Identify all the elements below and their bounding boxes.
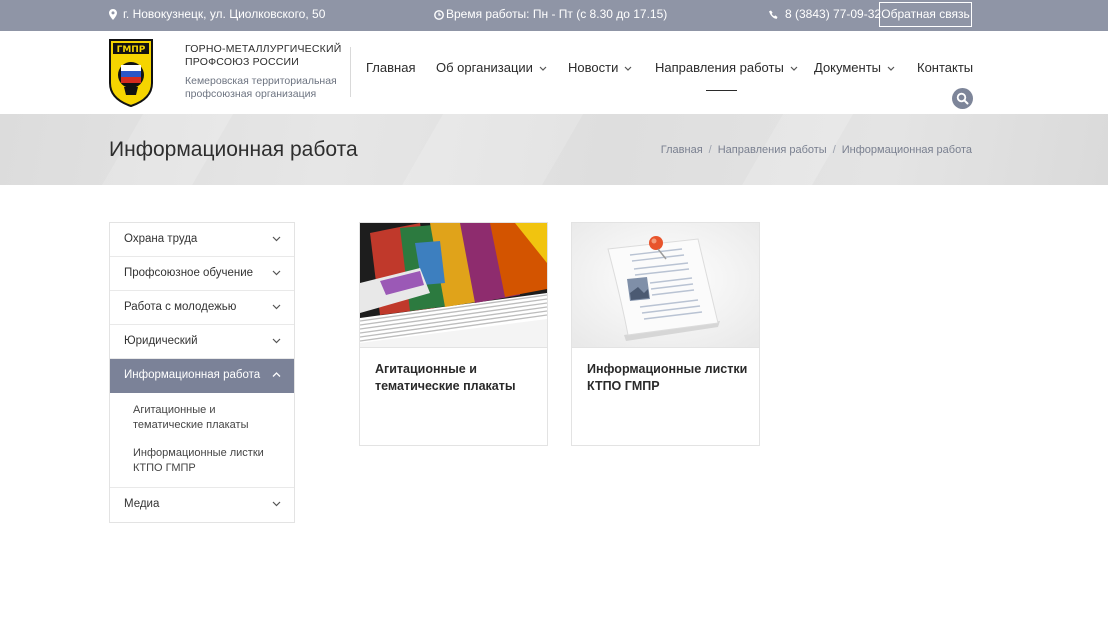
sidebar-item-youth[interactable]: Работа с молодежью: [110, 291, 294, 325]
chevron-down-icon: [887, 66, 895, 71]
nav-item-about[interactable]: Об организации: [436, 60, 547, 75]
union-emblem-icon: ГМПР: [109, 39, 153, 108]
phone-icon: [769, 10, 778, 19]
nav-label: Новости: [568, 60, 619, 75]
sidebar-item-label: Охрана труда: [124, 233, 198, 245]
chevron-down-icon: [272, 304, 281, 310]
nav-item-home[interactable]: Главная: [366, 60, 415, 75]
sidebar-menu: Охрана труда Профсоюзное обучение Работа…: [109, 222, 295, 523]
sidebar-item-label: Работа с молодежью: [124, 301, 237, 313]
search-icon: [956, 92, 969, 105]
submenu-item-info-sheets[interactable]: Информационные листки КТПО ГМПР: [133, 446, 283, 476]
nav-label: Об организации: [436, 60, 533, 75]
address: г. Новокузнецк, ул. Циолковского, 50: [109, 0, 325, 31]
chevron-down-icon: [272, 338, 281, 344]
sidebar-item-legal[interactable]: Юридический: [110, 325, 294, 359]
feedback-button[interactable]: Обратная связь: [879, 2, 972, 27]
sidebar-submenu: Агитационные и тематические плакаты Инфо…: [110, 393, 294, 488]
brand-title: ГОРНО-МЕТАЛЛУРГИЧЕСКИЙ ПРОФСОЮЗ РОССИИ: [185, 43, 342, 68]
page-title: Информационная работа: [109, 138, 358, 161]
work-hours: Время работы: Пн - Пт (с 8.30 до 17.15): [434, 0, 667, 31]
sidebar-item-label: Профсоюзное обучение: [124, 267, 254, 279]
nav-label: Документы: [814, 60, 882, 75]
chevron-down-icon: [624, 66, 632, 71]
info-sheet-image: [572, 223, 759, 348]
nav-active-indicator: [706, 90, 737, 91]
breadcrumb: Главная / Направления работы / Информационна…: [661, 144, 972, 156]
category-card-posters[interactable]: Агитационные и тематические плакаты: [359, 222, 548, 446]
card-caption: Информационные листки КТПО ГМПР: [587, 362, 748, 393]
clock-icon: [434, 10, 444, 20]
chevron-down-icon: [272, 236, 281, 242]
chevron-down-icon: [539, 66, 547, 71]
posters-illustration: [360, 223, 547, 347]
search-button[interactable]: [952, 88, 973, 109]
logo[interactable]: ГМПР: [109, 39, 153, 108]
sidebar-item-label: Юридический: [124, 335, 198, 347]
breadcrumb-separator: /: [832, 144, 836, 156]
brand-subtitle: Кемеровская территориальная профсоюзная …: [185, 75, 337, 100]
posters-image: [360, 223, 547, 348]
nav-item-news[interactable]: Новости: [568, 60, 632, 75]
chevron-up-icon: [272, 372, 281, 377]
chevron-down-icon: [272, 501, 281, 507]
sidebar-item-info-work[interactable]: Информационная работа: [110, 359, 294, 393]
brand-divider: [350, 47, 351, 97]
info-sheet-illustration: [572, 223, 759, 347]
breadcrumb-home[interactable]: Главная: [661, 144, 703, 156]
sidebar-item-labor-safety[interactable]: Охрана труда: [110, 223, 294, 257]
nav-label: Контакты: [917, 60, 974, 75]
svg-text:ГМПР: ГМПР: [117, 45, 146, 55]
breadcrumb-current: Информационная работа: [841, 144, 972, 156]
nav-label: Направления работы: [655, 60, 784, 75]
sidebar-item-training[interactable]: Профсоюзное обучение: [110, 257, 294, 291]
top-bar: г. Новокузнецк, ул. Циолковского, 50 Вре…: [0, 0, 1108, 31]
band-decoration: [385, 114, 595, 185]
breadcrumb-separator: /: [708, 144, 712, 156]
breadcrumb-directions[interactable]: Направления работы: [718, 144, 827, 156]
sidebar-item-label: Информационная работа: [124, 369, 261, 381]
nav-item-documents[interactable]: Документы: [814, 60, 895, 75]
category-card-info-sheets[interactable]: Информационные листки КТПО ГМПР: [571, 222, 760, 446]
phone[interactable]: 8 (3843) 77-09-32: [769, 0, 881, 31]
sidebar-item-label: Медиа: [124, 498, 160, 510]
nav-label: Главная: [366, 60, 416, 75]
sidebar-item-media[interactable]: Медиа: [110, 488, 294, 522]
chevron-down-icon: [272, 270, 281, 276]
header: ГМПР ГОРНО-МЕТАЛЛУРГИЧЕСКИЙ ПРОФСОЮЗ РОС…: [0, 31, 1108, 114]
nav-item-contacts[interactable]: Контакты: [917, 60, 973, 75]
chevron-down-icon: [790, 66, 798, 71]
submenu-item-posters[interactable]: Агитационные и тематические плакаты: [133, 403, 283, 433]
card-caption: Агитационные и тематические плакаты: [375, 362, 516, 393]
work-hours-text: Время работы: Пн - Пт (с 8.30 до 17.15): [446, 7, 668, 21]
address-text: г. Новокузнецк, ул. Циолковского, 50: [123, 7, 326, 21]
nav-item-directions[interactable]: Направления работы: [655, 60, 798, 75]
phone-text: 8 (3843) 77-09-32: [785, 7, 882, 21]
map-marker-icon: [109, 9, 117, 20]
page-title-band: Информационная работа Главная / Направлени…: [0, 114, 1108, 185]
